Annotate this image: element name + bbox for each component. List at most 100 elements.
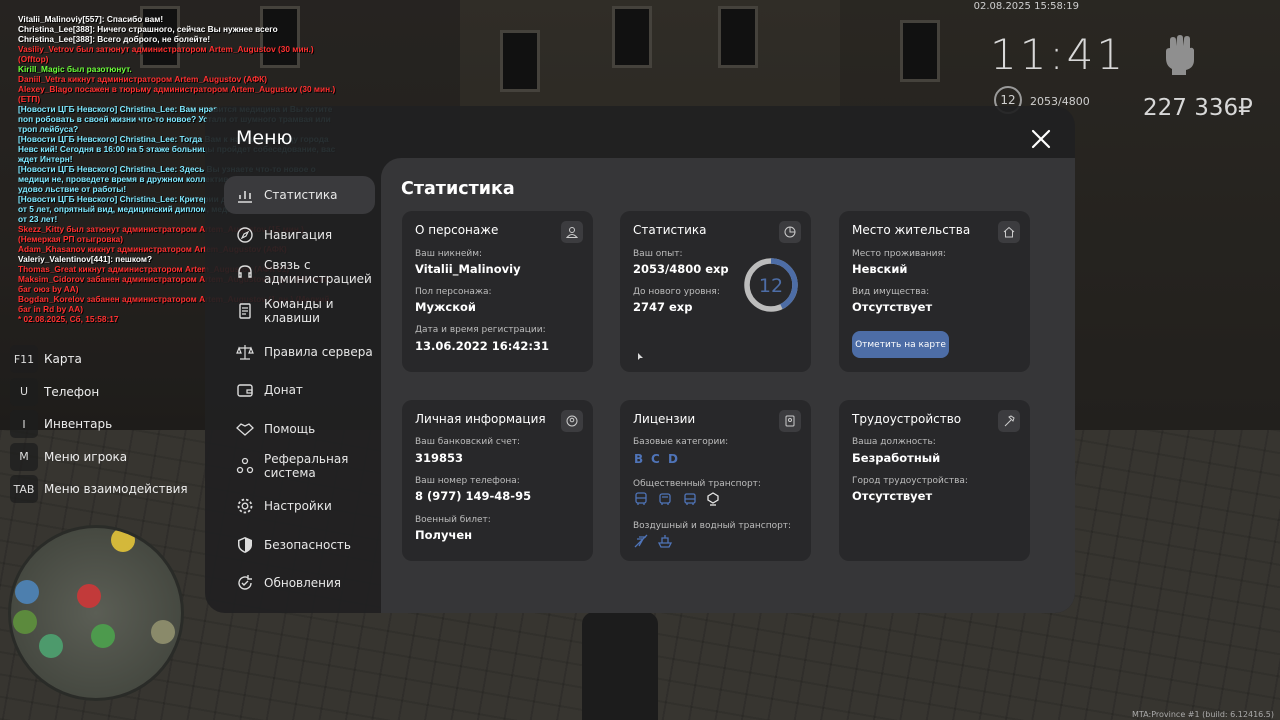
public-transport-label: Общественный транспорт: <box>633 479 761 489</box>
wallet-icon <box>237 384 253 397</box>
hotkey-label: Инвентарь <box>44 417 113 432</box>
mouse-cursor-icon <box>638 353 643 360</box>
position-label: Ваша должность: <box>852 437 936 447</box>
radar-blip-icon <box>39 634 63 658</box>
home-icon <box>91 624 115 648</box>
chat-line: Daniil_Vetra кикнут администратором Arte… <box>18 74 267 84</box>
panel-title: Статистика <box>401 179 515 199</box>
gender-value: Мужской <box>415 300 476 314</box>
user-icon <box>561 221 583 243</box>
chat-line: Alexey_Blago посажен в тюрьму администра… <box>18 84 336 104</box>
plane-icon <box>634 534 648 548</box>
minimap[interactable] <box>8 525 184 701</box>
phone-label: Ваш номер телефона: <box>415 476 520 486</box>
taxi-icon <box>111 528 135 552</box>
close-icon[interactable] <box>1028 126 1054 152</box>
player-character <box>582 612 658 720</box>
hotkey-inventory[interactable]: I Инвентарь <box>10 410 188 439</box>
nav-item-settings[interactable]: Настройки <box>226 497 378 515</box>
bank-label: Ваш банковский счет: <box>415 437 521 447</box>
next-level-label: До нового уровня: <box>633 287 720 297</box>
hotkey-map[interactable]: F11 Карта <box>10 345 188 373</box>
nav-item-help[interactable]: Помощь <box>226 420 378 438</box>
card-title: Личная информация <box>415 412 546 426</box>
chat-line: Vitalii_Malinoviy[557]: Спасибо вам! <box>18 14 164 24</box>
hud-clock: 11:41 <box>990 30 1127 79</box>
nav-item-donate[interactable]: Донат <box>226 381 378 399</box>
work-city-value: Отсутствует <box>852 489 933 503</box>
nav-item-label: Реферальная система <box>264 452 349 480</box>
military-value: Получен <box>415 528 473 542</box>
nav-item-label: Навигация <box>264 228 333 242</box>
hotkey-key: I <box>10 410 38 439</box>
card-title: Место жительства <box>852 223 971 237</box>
property-value: Отсутствует <box>852 300 933 314</box>
card-title: Лицензии <box>633 412 696 426</box>
compass-icon <box>237 227 253 243</box>
refresh-icon <box>238 575 252 590</box>
hotkey-key: F11 <box>10 345 38 373</box>
hotkey-key: TAB <box>10 475 38 504</box>
nav-item-label: Статистика <box>264 188 338 202</box>
military-label: Военный билет: <box>415 515 491 525</box>
headset-icon <box>238 265 252 278</box>
tram-icon <box>684 493 696 505</box>
nick-label: Ваш никнейм: <box>415 249 483 259</box>
chat-line: Kirill_Magic был разотюнут. <box>18 64 132 74</box>
gender-label: Пол персонажа: <box>415 287 492 297</box>
nav-item-label: Помощь <box>264 422 316 436</box>
hotkey-label: Меню взаимодействия <box>44 482 188 497</box>
radar-blip-icon <box>15 580 39 604</box>
handshake-icon <box>236 423 254 436</box>
hotkey-player-menu[interactable]: M Меню игрока <box>10 442 188 471</box>
shield-icon <box>238 537 252 553</box>
fist-icon <box>1166 35 1194 75</box>
nav-item-label: Правила сервера <box>264 345 373 359</box>
property-label: Вид имущества: <box>852 287 930 297</box>
gear-icon <box>237 498 253 514</box>
chat-line: Christina_Lee[388]: Всего доброго, не бо… <box>18 34 211 44</box>
nav-item-label: Настройки <box>264 499 332 513</box>
metro-icon <box>707 492 719 506</box>
position-value: Безработный <box>852 451 941 465</box>
nav-item-label: Связь с администрацией <box>264 258 372 286</box>
menu-title: Меню <box>236 127 293 149</box>
hotkey-interaction-menu[interactable]: TAB Меню взаимодействия <box>10 475 188 504</box>
boat-icon <box>658 535 672 548</box>
chat-line: Christina_Lee[388]: Ничего страшного, се… <box>18 24 278 34</box>
nav-item-commands[interactable]: Команды и клавиши <box>226 297 378 325</box>
referral-icon <box>236 457 254 474</box>
nav-item-label: Команды и клавиши <box>264 297 334 325</box>
hotkey-label: Телефон <box>44 384 100 399</box>
nav-item-label: Донат <box>264 383 303 397</box>
nav-item-statistics[interactable]: Статистика <box>226 186 378 204</box>
registration-label: Дата и время регистрации: <box>415 325 546 335</box>
license-category: D <box>668 452 678 466</box>
id-card-icon <box>779 410 801 432</box>
nav-item-referral[interactable]: Реферальная система <box>226 452 378 480</box>
level-number: 12 <box>759 275 783 297</box>
nav-item-updates[interactable]: Обновления <box>226 574 378 592</box>
hud-datetime: 02.08.2025 15:58:19 <box>973 1 1079 12</box>
trolleybus-icon <box>659 493 671 505</box>
house-icon <box>998 221 1020 243</box>
residence-value: Невский <box>852 262 908 276</box>
card-title: Трудоустройство <box>852 412 962 426</box>
nav-item-admin-contact[interactable]: Связь с администрацией <box>226 258 378 286</box>
document-icon <box>239 303 251 319</box>
nav-item-rules[interactable]: Правила сервера <box>226 343 378 361</box>
mark-on-map-button[interactable]: Отметить на карте <box>852 331 949 358</box>
nick-value: Vitalii_Malinoviy <box>415 262 521 276</box>
residence-label: Место проживания: <box>852 249 946 259</box>
chat-line: Vasiliy_Vetrov был затюнут администратор… <box>18 44 314 64</box>
registration-value: 13.06.2022 16:42:31 <box>415 339 549 353</box>
pie-chart-icon <box>779 221 801 243</box>
work-city-label: Город трудоустройства: <box>852 476 968 486</box>
hotkey-label: Меню игрока <box>44 449 128 464</box>
license-category: C <box>651 452 660 466</box>
level-progress-ring: 12 <box>744 258 798 312</box>
nav-item-label: Безопасность <box>264 538 351 552</box>
hotkey-phone[interactable]: U Телефон <box>10 377 188 406</box>
nav-item-navigation[interactable]: Навигация <box>226 226 378 244</box>
nav-item-security[interactable]: Безопасность <box>226 536 378 554</box>
